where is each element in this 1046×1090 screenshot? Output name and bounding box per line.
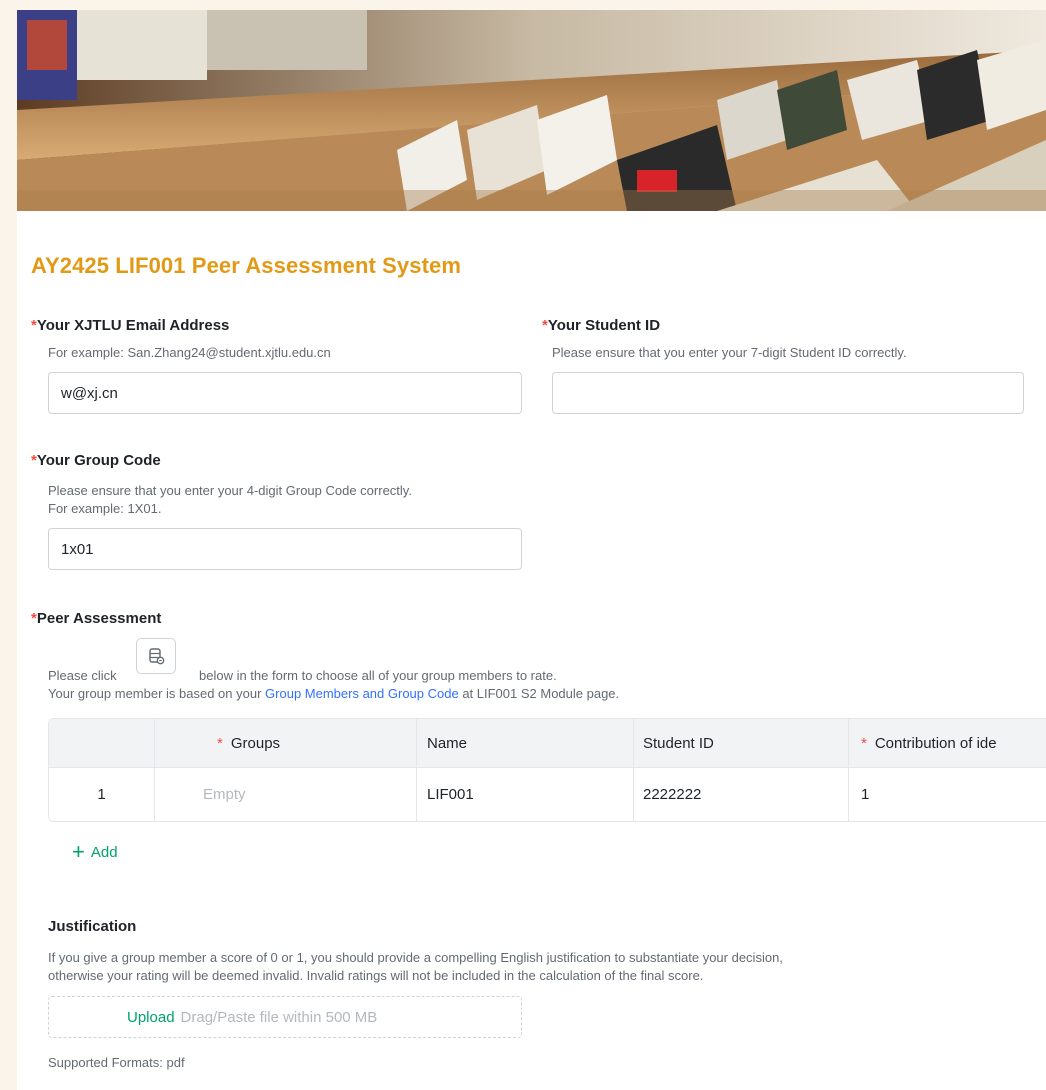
email-value: w@xj.cn	[61, 384, 118, 402]
peer-assessment-table: * Groups Name Student ID * Contribution of…	[48, 718, 1046, 822]
row-name-cell[interactable]: LIF001	[417, 768, 634, 821]
required-mark: *	[217, 734, 223, 752]
row-groups-cell[interactable]: Empty	[155, 768, 417, 821]
peer-hint-click-after: below in the form to choose all of your …	[199, 668, 557, 683]
header-groups: * Groups	[155, 719, 417, 767]
row-student-id-cell[interactable]: 2222222	[634, 768, 849, 821]
header-student-id: Student ID	[634, 719, 849, 767]
add-row-button[interactable]: + Add	[72, 839, 118, 864]
group-members-link[interactable]: Group Members and Group Code	[265, 686, 459, 701]
peer-assessment-label: *Peer Assessment	[31, 610, 162, 627]
student-id-label: *Your Student ID	[542, 317, 661, 334]
row-contribution-cell[interactable]: 1	[849, 768, 1046, 821]
upload-hint: Drag/Paste file within 500 MB	[180, 1008, 378, 1026]
header-index	[49, 719, 155, 767]
member-picker-icon	[149, 648, 165, 665]
group-code-value: 1x01	[61, 540, 94, 558]
group-code-label: *Your Group Code	[31, 452, 161, 469]
form-title: AY2425 LIF001 Peer Assessment System	[31, 253, 462, 278]
email-hint: For example: San.Zhang24@student.xjtlu.e…	[48, 345, 331, 360]
student-id-field[interactable]	[552, 372, 1024, 414]
group-code-hint: Please ensure that you enter your 4-digi…	[48, 483, 412, 498]
justification-hint-line1: If you give a group member a score of 0 …	[48, 950, 783, 965]
plus-icon: +	[72, 839, 85, 864]
email-field[interactable]: w@xj.cn	[48, 372, 522, 414]
header-name: Name	[417, 719, 634, 767]
supported-formats: Supported Formats: pdf	[48, 1055, 185, 1070]
required-mark: *	[861, 734, 867, 752]
peer-hint-group: Your group member is based on your Group…	[48, 686, 620, 701]
row-index: 1	[49, 768, 155, 821]
group-code-field[interactable]: 1x01	[48, 528, 522, 570]
table-header: * Groups Name Student ID * Contribution of…	[49, 719, 1046, 768]
group-code-example: For example: 1X01.	[48, 501, 162, 516]
email-label: *Your XJTLU Email Address	[31, 317, 230, 334]
form-card: AY2425 LIF001 Peer Assessment System *Yo…	[17, 10, 1046, 1090]
member-picker-button[interactable]	[136, 638, 176, 674]
table-row[interactable]: 1 Empty LIF001 2222222 1	[49, 768, 1046, 821]
page-background: AY2425 LIF001 Peer Assessment System *Yo…	[0, 0, 1046, 1090]
student-id-hint: Please ensure that you enter your 7-digi…	[552, 345, 907, 360]
header-contribution: * Contribution of ide	[861, 734, 997, 752]
justification-hint-line2: otherwise your rating will be deemed inv…	[48, 968, 704, 983]
header-banner-image	[17, 10, 1046, 211]
file-upload-dropzone[interactable]: Upload Drag/Paste file within 500 MB	[48, 996, 522, 1038]
upload-link[interactable]: Upload	[127, 1009, 175, 1026]
justification-label: Justification	[48, 918, 137, 935]
peer-hint-click-before: Please click	[48, 668, 117, 683]
